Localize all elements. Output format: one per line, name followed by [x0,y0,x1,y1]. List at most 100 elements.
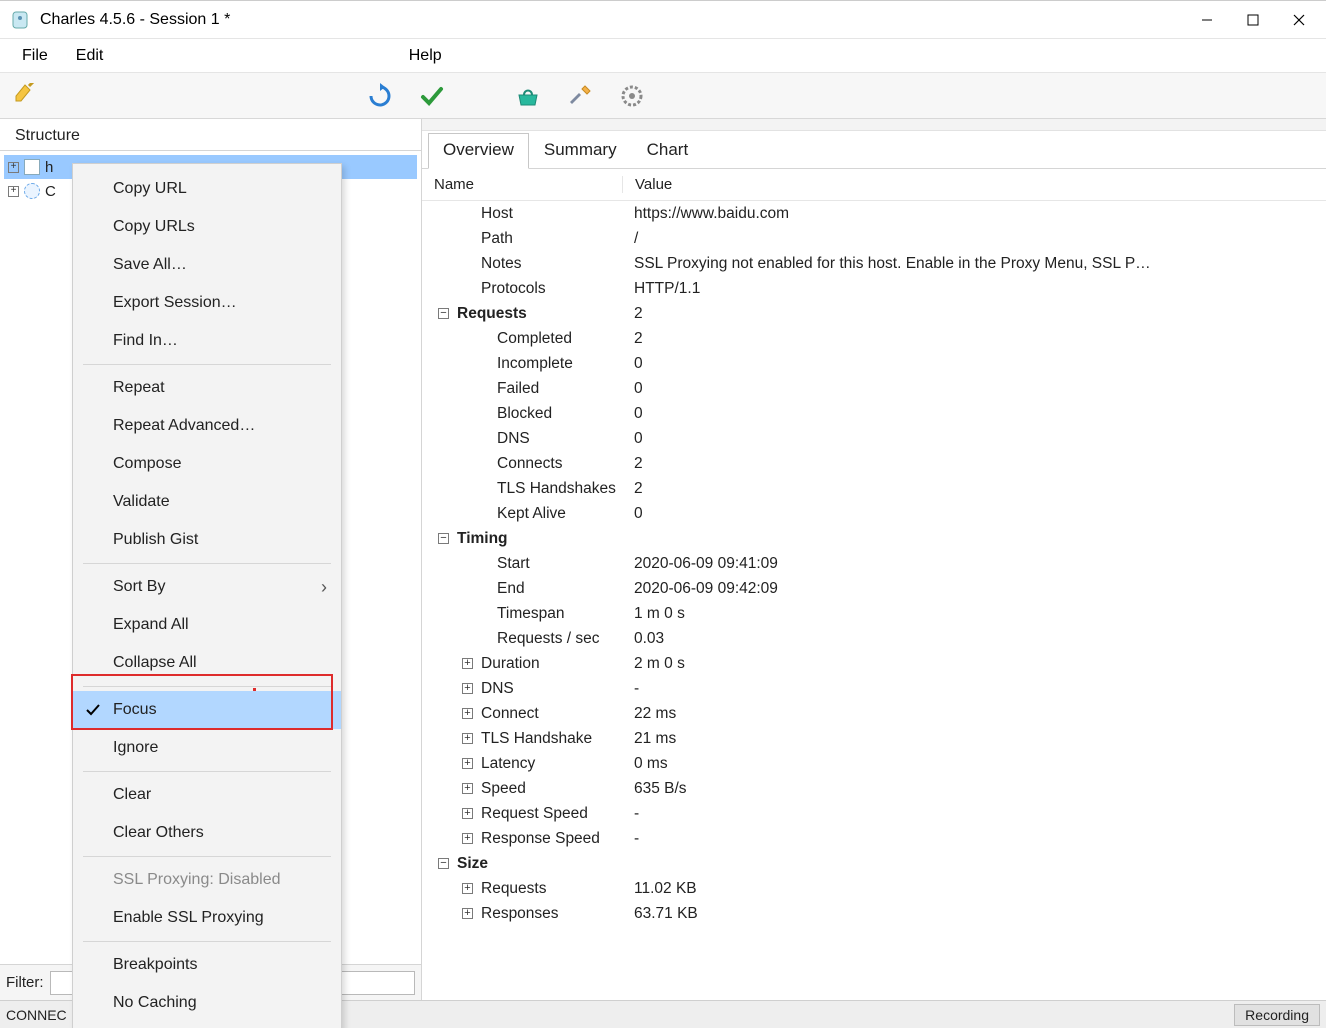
overview-row[interactable]: Completed2 [422,326,1326,351]
overview-row[interactable]: −Timing [422,526,1326,551]
menu-item-export-session[interactable]: Export Session… [73,284,341,322]
col-value-header[interactable]: Value [622,176,1326,193]
broom-icon[interactable] [10,82,38,110]
overview-row[interactable]: Requests / sec0.03 [422,626,1326,651]
overview-row[interactable]: +Request Speed- [422,801,1326,826]
overview-row[interactable]: +Latency0 ms [422,751,1326,776]
overview-row[interactable]: Kept Alive0 [422,501,1326,526]
menu-item-copy-urls[interactable]: Copy URLs [73,208,341,246]
row-name: Latency [481,755,535,773]
overview-row[interactable]: Failed0 [422,376,1326,401]
overview-row[interactable]: −Requests2 [422,301,1326,326]
overview-row[interactable]: Hosthttps://www.baidu.com [422,201,1326,226]
menu-file[interactable]: File [8,43,62,69]
tab-chart[interactable]: Chart [632,133,704,169]
row-name: DNS [481,680,514,698]
overview-row[interactable]: +Duration2 m 0 s [422,651,1326,676]
col-name-header[interactable]: Name [422,176,622,193]
menu-item-expand-all[interactable]: Expand All [73,606,341,644]
collapse-icon[interactable]: − [438,308,449,319]
menu-item-save-all[interactable]: Save All… [73,246,341,284]
overview-row[interactable]: +Requests11.02 KB [422,876,1326,901]
menu-item-collapse-all[interactable]: Collapse All [73,644,341,682]
menu-item-publish-gist[interactable]: Publish Gist [73,521,341,559]
expand-icon[interactable]: + [462,783,473,794]
row-value: HTTP/1.1 [622,280,1326,298]
overview-row[interactable]: Path/ [422,226,1326,251]
expand-icon[interactable]: + [462,758,473,769]
overview-row[interactable]: Connects2 [422,451,1326,476]
menu-item-no-caching[interactable]: No Caching [73,984,341,1022]
menu-help[interactable]: Help [395,43,456,69]
menu-item-block-cookies[interactable]: Block Cookies [73,1022,341,1028]
close-button[interactable] [1276,2,1322,38]
expand-icon[interactable]: + [462,708,473,719]
menu-edit[interactable]: Edit [62,43,118,69]
overview-row[interactable]: Timespan1 m 0 s [422,601,1326,626]
check-icon[interactable] [418,82,446,110]
minimize-button[interactable] [1184,2,1230,38]
menu-item-compose[interactable]: Compose [73,445,341,483]
menu-item-focus[interactable]: Focus [73,691,341,729]
overview-row[interactable]: −Size [422,851,1326,876]
menu-item-label: Enable SSL Proxying [113,909,264,927]
overview-row[interactable]: Incomplete0 [422,351,1326,376]
menu-item-label: Clear Others [113,824,204,842]
recording-indicator[interactable]: Recording [1234,1004,1320,1026]
menu-item-find-in[interactable]: Find In… [73,322,341,360]
overview-row[interactable]: +Connect22 ms [422,701,1326,726]
menu-item-repeat-advanced[interactable]: Repeat Advanced… [73,407,341,445]
menu-item-repeat[interactable]: Repeat [73,369,341,407]
menu-item-label: Sort By [113,578,165,596]
gear-icon[interactable] [618,82,646,110]
basket-icon[interactable] [514,82,542,110]
expand-icon[interactable]: + [462,683,473,694]
expand-icon[interactable]: + [462,658,473,669]
menu-item-clear-others[interactable]: Clear Others [73,814,341,852]
tools-icon[interactable] [566,82,594,110]
menu-item-copy-url[interactable]: Copy URL [73,170,341,208]
context-menu[interactable]: Copy URLCopy URLsSave All…Export Session… [72,163,342,1028]
overview-row[interactable]: End2020-06-09 09:42:09 [422,576,1326,601]
menu-item-validate[interactable]: Validate [73,483,341,521]
overview-row[interactable]: TLS Handshakes2 [422,476,1326,501]
maximize-button[interactable] [1230,2,1276,38]
menu-item-label: Collapse All [113,654,197,672]
expand-icon[interactable]: + [462,833,473,844]
menu-item-clear[interactable]: Clear [73,776,341,814]
grid-header: Name Value [422,169,1326,201]
row-name: Incomplete [497,355,573,373]
overview-row[interactable]: DNS0 [422,426,1326,451]
menu-item-ignore[interactable]: Ignore [73,729,341,767]
overview-grid[interactable]: Hosthttps://www.baidu.comPath/NotesSSL P… [422,201,1326,1000]
tab-overview[interactable]: Overview [428,133,529,169]
expand-icon[interactable]: + [462,883,473,894]
menu-item-enable-ssl-proxying[interactable]: Enable SSL Proxying [73,899,341,937]
overview-row[interactable]: +DNS- [422,676,1326,701]
menu-item-label: No Caching [113,994,197,1012]
expand-icon[interactable]: + [8,162,19,173]
overview-row[interactable]: +Speed635 B/s [422,776,1326,801]
expand-icon[interactable]: + [462,808,473,819]
overview-row[interactable]: NotesSSL Proxying not enabled for this h… [422,251,1326,276]
row-name: Path [481,230,513,248]
expand-icon[interactable]: + [462,733,473,744]
overview-row[interactable]: Start2020-06-09 09:41:09 [422,551,1326,576]
expand-icon[interactable]: + [8,186,19,197]
collapse-icon[interactable]: − [438,533,449,544]
refresh-icon[interactable] [366,82,394,110]
overview-row[interactable]: +TLS Handshake21 ms [422,726,1326,751]
overview-row[interactable]: +Responses63.71 KB [422,901,1326,926]
menu-item-label: Clear [113,786,151,804]
overview-row[interactable]: +Response Speed- [422,826,1326,851]
row-name: Requests [481,880,546,898]
collapse-icon[interactable]: − [438,858,449,869]
overview-row[interactable]: ProtocolsHTTP/1.1 [422,276,1326,301]
right-panel: Overview Summary Chart Name Value Hostht… [422,119,1326,1000]
menu-item-sort-by[interactable]: Sort By [73,568,341,606]
tab-summary[interactable]: Summary [529,133,632,169]
expand-icon[interactable]: + [462,908,473,919]
tab-structure[interactable]: Structure [4,122,91,150]
overview-row[interactable]: Blocked0 [422,401,1326,426]
menu-item-breakpoints[interactable]: Breakpoints [73,946,341,984]
